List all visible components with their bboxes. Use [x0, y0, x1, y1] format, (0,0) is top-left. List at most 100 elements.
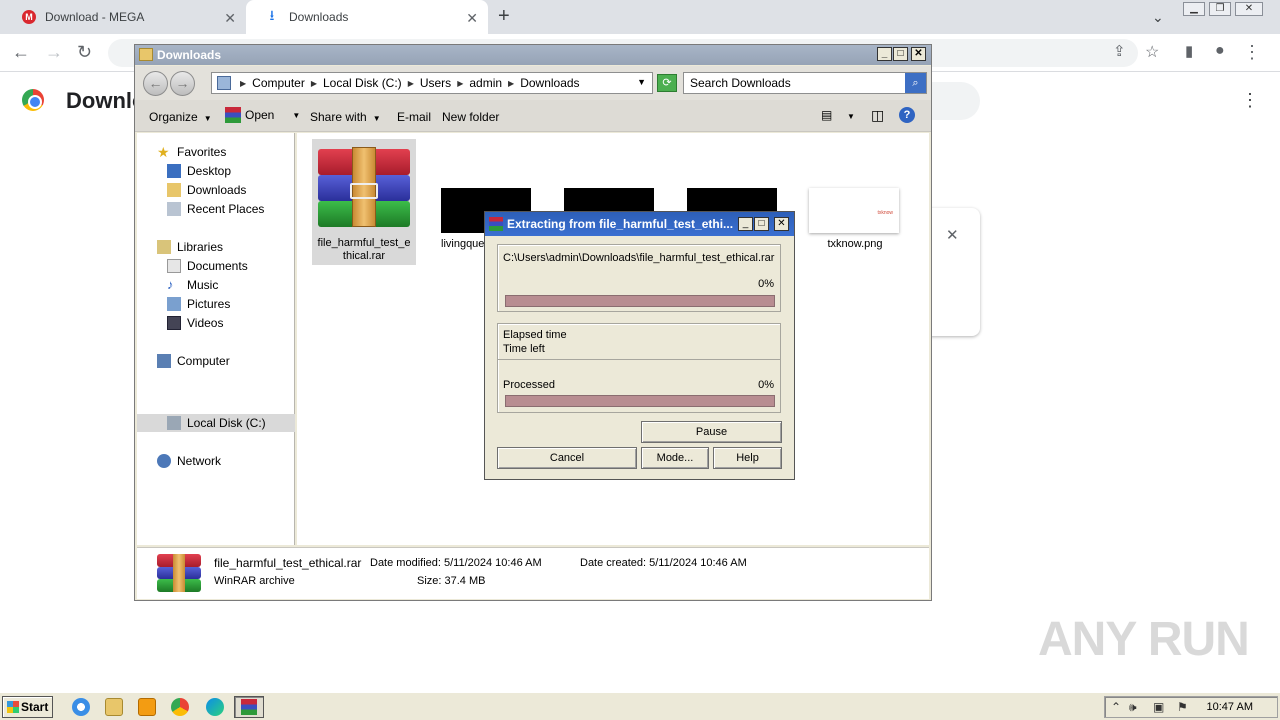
- close-tab-icon[interactable]: ✕: [466, 10, 478, 27]
- chrome-icon[interactable]: [171, 698, 189, 716]
- profile-icon[interactable]: ●: [1215, 42, 1225, 60]
- nav-label: Music: [187, 278, 219, 292]
- taskbar: Start ⌃ 🕪 ▣ ⚑ 10:47 AM: [0, 692, 1280, 720]
- command-bar: Organize ▼ Open ▼ Share with ▼ E-mail New f…: [135, 100, 931, 132]
- nav-computer[interactable]: Computer: [157, 354, 230, 368]
- share-with-button[interactable]: Share with ▼: [310, 110, 381, 124]
- close-button[interactable]: ✕: [911, 47, 926, 61]
- nav-label: Documents: [187, 259, 248, 273]
- internet-explorer-icon[interactable]: [72, 698, 90, 716]
- mode-button[interactable]: Mode...: [641, 447, 709, 469]
- new-tab-button[interactable]: +: [498, 5, 510, 28]
- bookmark-star-icon[interactable]: ☆: [1145, 42, 1159, 62]
- start-label: Start: [21, 700, 49, 714]
- time-progress-panel: Elapsed time Time left Processed 0%: [497, 323, 781, 413]
- action-center-flag-icon[interactable]: ⚑: [1177, 700, 1188, 714]
- image-thumbnail[interactable]: txknow: [809, 188, 899, 233]
- time-left-label: Time left: [503, 343, 545, 355]
- nav-videos[interactable]: Videos: [167, 316, 223, 330]
- extract-progress-dialog: Extracting from file_harmful_test_ethi..…: [484, 211, 795, 480]
- chevron-down-icon[interactable]: ⌄: [1152, 9, 1164, 26]
- close-icon[interactable]: ✕: [946, 226, 959, 244]
- view-icon[interactable]: ▤: [821, 108, 832, 122]
- close-tab-icon[interactable]: ✕: [224, 10, 236, 27]
- help-icon[interactable]: ?: [899, 107, 915, 123]
- nav-local-disk[interactable]: Local Disk (C:): [167, 416, 266, 430]
- search-input[interactable]: Search Downloads ⌕: [683, 72, 927, 94]
- side-panel-icon[interactable]: ▮: [1185, 42, 1193, 60]
- breadcrumb-computer[interactable]: Computer: [252, 76, 305, 90]
- file-item-rar[interactable]: file_harmful_test_e thical.rar: [312, 139, 416, 265]
- restore-button[interactable]: ❐: [1209, 2, 1231, 16]
- downloads-search-field[interactable]: [930, 82, 980, 120]
- nav-label: Videos: [187, 316, 224, 330]
- mega-icon: M: [22, 10, 36, 24]
- nav-music[interactable]: ♪ Music: [167, 278, 219, 293]
- help-button[interactable]: Help: [713, 447, 782, 469]
- nav-documents[interactable]: Documents: [167, 259, 248, 273]
- detail-file-type: WinRAR archive: [214, 575, 295, 587]
- download-icon: ⭳: [269, 7, 275, 23]
- show-hidden-icons-icon[interactable]: ⌃: [1111, 700, 1121, 714]
- maximize-button[interactable]: □: [893, 47, 908, 61]
- email-button[interactable]: E-mail: [397, 110, 431, 124]
- explorer-titlebar[interactable]: Downloads _ □ ✕: [135, 45, 931, 65]
- share-icon[interactable]: ⇪: [1113, 42, 1126, 60]
- back-arrow-icon[interactable]: ←: [143, 71, 168, 96]
- maximize-button[interactable]: □: [754, 217, 769, 231]
- start-button[interactable]: Start: [2, 696, 53, 718]
- nav-pictures[interactable]: Pictures: [167, 297, 230, 311]
- detail-size: Size: 37.4 MB: [417, 575, 486, 587]
- folder-icon: [139, 48, 153, 61]
- close-button[interactable]: ✕: [774, 217, 789, 231]
- edge-icon[interactable]: [206, 698, 224, 716]
- nav-desktop[interactable]: Desktop: [167, 164, 231, 178]
- close-button[interactable]: ✕: [1235, 2, 1263, 16]
- nav-network[interactable]: Network: [157, 454, 221, 468]
- back-arrow-icon[interactable]: ←: [12, 42, 30, 63]
- media-player-icon[interactable]: [138, 698, 156, 716]
- nav-favorites[interactable]: ★ Favorites: [157, 145, 226, 159]
- navigation-pane: ★ Favorites Desktop Downloads Recent Plac…: [137, 133, 295, 545]
- file-explorer-icon[interactable]: [105, 698, 123, 716]
- volume-icon[interactable]: 🕪: [1129, 700, 1137, 715]
- nav-recent-places[interactable]: Recent Places: [167, 202, 264, 216]
- breadcrumb[interactable]: ▶ Computer ▶ Local Disk (C:) ▶ Users ▶ a…: [211, 72, 653, 94]
- total-progress-bar: [505, 395, 775, 407]
- winrar-archive-icon: [157, 554, 201, 592]
- search-icon[interactable]: ⌕: [905, 73, 926, 93]
- chevron-down-icon[interactable]: ▼: [637, 77, 646, 87]
- clock[interactable]: 10:47 AM: [1207, 701, 1253, 713]
- forward-arrow-icon[interactable]: →: [170, 71, 195, 96]
- file-percent: 0%: [758, 278, 774, 290]
- more-options-icon[interactable]: ⋮: [1241, 90, 1259, 111]
- nav-downloads[interactable]: Downloads: [167, 183, 246, 197]
- tab-downloads[interactable]: ⭳ Downloads ✕: [246, 0, 488, 34]
- tab-mega[interactable]: M Download - MEGA ✕: [4, 0, 246, 34]
- preview-pane-icon[interactable]: ◫: [871, 107, 884, 124]
- breadcrumb-admin[interactable]: admin: [469, 76, 502, 90]
- minimize-button[interactable]: _: [738, 217, 753, 231]
- libraries-icon: [157, 240, 171, 254]
- minimize-button[interactable]: _: [877, 47, 892, 61]
- forward-arrow-icon[interactable]: →: [45, 42, 63, 63]
- winrar-task-button[interactable]: [234, 696, 264, 718]
- pause-button[interactable]: Pause: [641, 421, 782, 443]
- minimize-button[interactable]: ▁: [1183, 2, 1205, 16]
- cancel-button[interactable]: Cancel: [497, 447, 637, 469]
- file-name: txknow.png: [827, 238, 883, 250]
- reload-icon[interactable]: ↻: [77, 42, 92, 63]
- menu-kebab-icon[interactable]: ⋮: [1243, 42, 1261, 63]
- new-folder-button[interactable]: New folder: [442, 110, 499, 124]
- open-button[interactable]: Open ▼: [225, 107, 300, 123]
- nav-label: Recent Places: [187, 202, 265, 216]
- breadcrumb-local-disk[interactable]: Local Disk (C:): [323, 76, 402, 90]
- chevron-down-icon[interactable]: ▼: [847, 112, 855, 121]
- breadcrumb-downloads[interactable]: Downloads: [520, 76, 579, 90]
- network-icon[interactable]: ▣: [1153, 700, 1164, 714]
- refresh-icon[interactable]: ⟳: [657, 74, 677, 92]
- dialog-title: Extracting from file_harmful_test_ethi..…: [507, 217, 734, 231]
- nav-libraries[interactable]: Libraries: [157, 240, 223, 254]
- breadcrumb-users[interactable]: Users: [420, 76, 451, 90]
- organize-button[interactable]: Organize ▼: [149, 110, 212, 124]
